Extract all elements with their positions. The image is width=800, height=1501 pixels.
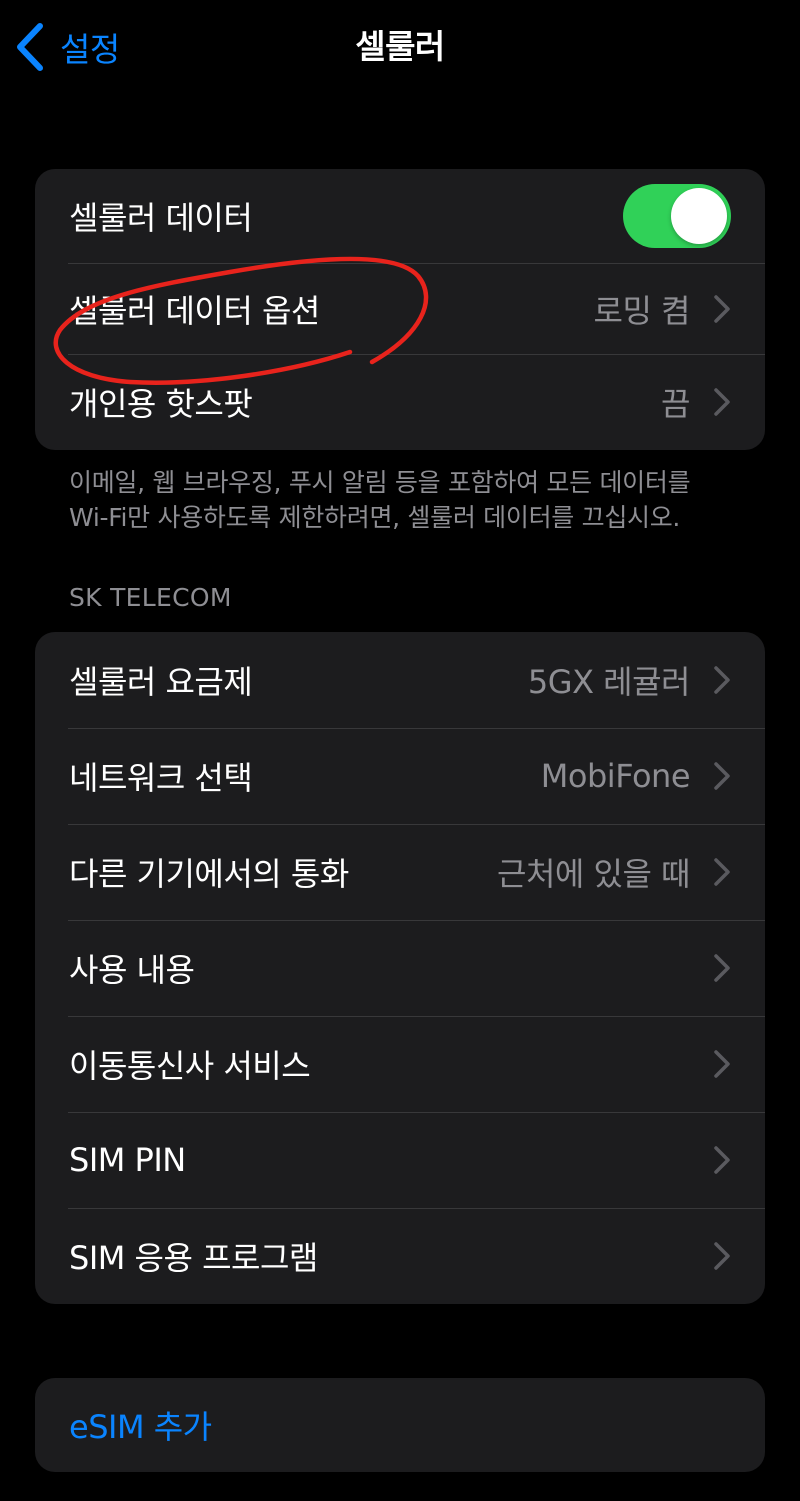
cellular-plan-row[interactable]: 셀룰러 요금제 5GX 레귤러 — [35, 632, 765, 728]
carrier-services-row[interactable]: 이동통신사 서비스 — [35, 1016, 765, 1112]
carrier-group: 셀룰러 요금제 5GX 레귤러 네트워크 선택 MobiFone 다른 기기에서… — [35, 632, 765, 1304]
network-selection-row[interactable]: 네트워크 선택 MobiFone — [35, 728, 765, 824]
row-label: 이동통신사 서비스 — [69, 1047, 311, 1085]
cellular-data-row: 셀룰러 데이터 — [35, 169, 765, 263]
personal-hotspot-value: 끔 — [661, 385, 690, 423]
footer-line: 이메일, 웹 브라우징, 푸시 알림 등을 포함하여 모든 데이터를 — [69, 468, 691, 497]
row-label: 셀룰러 요금제 — [69, 663, 253, 701]
add-esim-button[interactable]: eSIM 추가 — [35, 1378, 765, 1472]
cellular-data-options-row[interactable]: 셀룰러 데이터 옵션 로밍 켬 — [35, 263, 765, 354]
calls-on-other-devices-row[interactable]: 다른 기기에서의 통화 근처에 있을 때 — [35, 824, 765, 920]
row-label: 네트워크 선택 — [69, 759, 253, 797]
chevron-right-icon — [714, 954, 730, 982]
add-esim-label: eSIM 추가 — [69, 1408, 212, 1446]
chevron-right-icon — [714, 294, 730, 323]
cellular-data-label: 셀룰러 데이터 — [69, 199, 253, 237]
chevron-right-icon — [714, 666, 730, 694]
row-value: MobiFone — [540, 757, 691, 795]
chevron-right-icon — [714, 1146, 730, 1174]
cellular-data-footer: 이메일, 웹 브라우징, 푸시 알림 등을 포함하여 모든 데이터를 Wi-Fi… — [69, 465, 749, 535]
navigation-bar: 설정 셀룰러 — [0, 0, 800, 95]
cellular-data-group: 셀룰러 데이터 셀룰러 데이터 옵션 로밍 켬 개인용 핫스팟 끔 — [35, 169, 765, 450]
row-label: 다른 기기에서의 통화 — [69, 855, 349, 893]
toggle-knob — [671, 188, 727, 244]
cellular-data-options-label: 셀룰러 데이터 옵션 — [69, 291, 320, 330]
row-label: SIM PIN — [69, 1141, 186, 1179]
personal-hotspot-label: 개인용 핫스팟 — [69, 385, 253, 423]
esim-group: eSIM 추가 — [35, 1378, 765, 1472]
carrier-section-header: SK TELECOM — [69, 583, 232, 612]
chevron-right-icon — [714, 388, 730, 416]
chevron-right-icon — [714, 1050, 730, 1078]
row-value: 근처에 있을 때 — [497, 855, 690, 893]
personal-hotspot-row[interactable]: 개인용 핫스팟 끔 — [35, 354, 765, 450]
sim-applications-row[interactable]: SIM 응용 프로그램 — [35, 1208, 765, 1304]
row-label: 사용 내용 — [69, 951, 195, 989]
sim-pin-row[interactable]: SIM PIN — [35, 1112, 765, 1208]
cellular-data-options-value: 로밍 켬 — [593, 291, 691, 330]
usage-row[interactable]: 사용 내용 — [35, 920, 765, 1016]
row-value: 5GX 레귤러 — [527, 663, 691, 701]
cellular-data-toggle[interactable] — [623, 184, 731, 248]
chevron-right-icon — [714, 858, 730, 886]
row-label: SIM 응용 프로그램 — [69, 1239, 318, 1277]
chevron-right-icon — [714, 1242, 730, 1270]
page-title: 셀룰러 — [355, 27, 445, 66]
chevron-right-icon — [714, 762, 730, 790]
footer-line: Wi-Fi만 사용하도록 제한하려면, 셀룰러 데이터를 끄십시오. — [69, 503, 681, 532]
